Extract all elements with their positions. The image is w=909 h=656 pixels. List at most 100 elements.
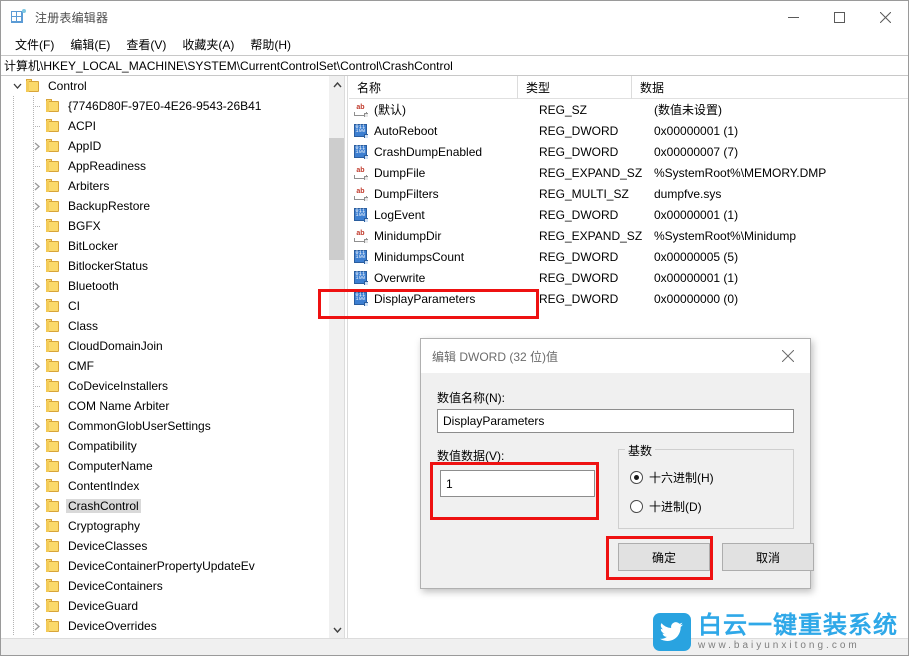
tree-item[interactable]: COM Name Arbiter bbox=[1, 396, 329, 416]
tree-guide-line bbox=[13, 216, 14, 236]
value-data-input[interactable]: 1 bbox=[440, 470, 595, 497]
column-header-type[interactable]: 类型 bbox=[518, 76, 632, 99]
chevron-right-icon[interactable] bbox=[29, 236, 45, 256]
menu-edit[interactable]: 编辑(E) bbox=[62, 34, 118, 55]
chevron-right-icon[interactable] bbox=[29, 496, 45, 516]
table-row[interactable]: 011100LogEventREG_DWORD0x00000001 (1) bbox=[349, 204, 908, 225]
chevron-right-icon[interactable] bbox=[29, 616, 45, 636]
tree-guide-line bbox=[33, 236, 34, 256]
chevron-right-icon[interactable] bbox=[29, 176, 45, 196]
pane-splitter[interactable] bbox=[344, 76, 348, 655]
dialog-close-button[interactable] bbox=[766, 339, 810, 373]
tree-item[interactable]: BGFX bbox=[1, 216, 329, 236]
chevron-right-icon[interactable] bbox=[29, 316, 45, 336]
ok-button[interactable]: 确定 bbox=[618, 543, 710, 571]
tree-item[interactable]: AppReadiness bbox=[1, 156, 329, 176]
tree-leaf-marker bbox=[29, 116, 45, 136]
folder-icon bbox=[45, 439, 61, 453]
radio-decimal[interactable]: 十进制(D) bbox=[630, 498, 702, 515]
table-row[interactable]: 011100DisplayParametersREG_DWORD0x000000… bbox=[349, 288, 908, 309]
tree-item[interactable]: BitlockerStatus bbox=[1, 256, 329, 276]
chevron-right-icon[interactable] bbox=[29, 296, 45, 316]
menu-favorites[interactable]: 收藏夹(A) bbox=[174, 34, 242, 55]
tree-item[interactable]: AppID bbox=[1, 136, 329, 156]
tree-item[interactable]: Bluetooth bbox=[1, 276, 329, 296]
table-row[interactable]: abMinidumpDirREG_EXPAND_SZ%SystemRoot%\M… bbox=[349, 225, 908, 246]
table-row[interactable]: 011100AutoRebootREG_DWORD0x00000001 (1) bbox=[349, 120, 908, 141]
tree-item[interactable]: CoDeviceInstallers bbox=[1, 376, 329, 396]
tree-item[interactable]: BitLocker bbox=[1, 236, 329, 256]
tree-guide-line bbox=[13, 136, 14, 156]
chevron-right-icon[interactable] bbox=[29, 136, 45, 156]
tree-item-label: CoDeviceInstallers bbox=[66, 379, 170, 393]
maximize-button[interactable] bbox=[816, 1, 862, 33]
tree-item-label: DeviceClasses bbox=[66, 539, 149, 553]
table-row[interactable]: 011100CrashDumpEnabledREG_DWORD0x0000000… bbox=[349, 141, 908, 162]
tree-item[interactable]: Cryptography bbox=[1, 516, 329, 536]
menu-help[interactable]: 帮助(H) bbox=[242, 34, 299, 55]
menu-file[interactable]: 文件(F) bbox=[7, 34, 62, 55]
table-row[interactable]: 011100OverwriteREG_DWORD0x00000001 (1) bbox=[349, 267, 908, 288]
chevron-right-icon[interactable] bbox=[29, 576, 45, 596]
column-header-name[interactable]: 名称 bbox=[349, 76, 518, 99]
tree-item[interactable]: BackupRestore bbox=[1, 196, 329, 216]
tree-item[interactable]: CI bbox=[1, 296, 329, 316]
folder-icon bbox=[45, 319, 61, 333]
chevron-right-icon[interactable] bbox=[29, 276, 45, 296]
tree-item[interactable]: CommonGlobUserSettings bbox=[1, 416, 329, 436]
close-button[interactable] bbox=[862, 1, 908, 33]
chevron-right-icon[interactable] bbox=[29, 516, 45, 536]
chevron-right-icon[interactable] bbox=[29, 436, 45, 456]
tree-item[interactable]: Class bbox=[1, 316, 329, 336]
address-bar[interactable]: 计算机\HKEY_LOCAL_MACHINE\SYSTEM\CurrentCon… bbox=[1, 55, 908, 76]
tree-item[interactable]: Compatibility bbox=[1, 436, 329, 456]
chevron-right-icon[interactable] bbox=[29, 416, 45, 436]
tree-item[interactable]: DeviceClasses bbox=[1, 536, 329, 556]
folder-icon bbox=[45, 339, 61, 353]
tree-item[interactable]: Arbiters bbox=[1, 176, 329, 196]
tree-item[interactable]: DeviceGuard bbox=[1, 596, 329, 616]
tree-item[interactable]: CMF bbox=[1, 356, 329, 376]
tree-item-label: CI bbox=[66, 299, 82, 313]
table-row[interactable]: ab(默认)REG_SZ(数值未设置) bbox=[349, 99, 908, 120]
tree-item[interactable]: DeviceContainers bbox=[1, 576, 329, 596]
minimize-button[interactable] bbox=[770, 1, 816, 33]
table-row[interactable]: 011100MinidumpsCountREG_DWORD0x00000005 … bbox=[349, 246, 908, 267]
tree-leaf-marker bbox=[29, 336, 45, 356]
tree-guide-line bbox=[13, 336, 14, 356]
chevron-right-icon[interactable] bbox=[29, 596, 45, 616]
registry-tree[interactable]: Control{7746D80F-97E0-4E26-9543-26B41ACP… bbox=[1, 76, 329, 638]
value-name-input[interactable]: DisplayParameters bbox=[437, 409, 794, 433]
tree-item[interactable]: CloudDomainJoin bbox=[1, 336, 329, 356]
tree-guide-line bbox=[33, 436, 34, 456]
tree-item[interactable]: {7746D80F-97E0-4E26-9543-26B41 bbox=[1, 96, 329, 116]
chevron-down-icon[interactable] bbox=[9, 76, 25, 96]
tree-item[interactable]: Control bbox=[1, 76, 329, 96]
column-header-data[interactable]: 数据 bbox=[632, 76, 908, 99]
tree-item[interactable]: DeviceOverrides bbox=[1, 616, 329, 636]
table-row[interactable]: abDumpFiltersREG_MULTI_SZdumpfve.sys bbox=[349, 183, 908, 204]
tree-guide-line bbox=[33, 496, 34, 516]
tree-item[interactable]: DeviceContainerPropertyUpdateEv bbox=[1, 556, 329, 576]
chevron-right-icon[interactable] bbox=[29, 476, 45, 496]
chevron-right-icon[interactable] bbox=[29, 536, 45, 556]
tree-item[interactable]: ComputerName bbox=[1, 456, 329, 476]
dword-value-icon: 011100 bbox=[353, 249, 369, 265]
tree-item[interactable]: ACPI bbox=[1, 116, 329, 136]
cancel-button[interactable]: 取消 bbox=[722, 543, 814, 571]
radio-decimal-label: 十进制(D) bbox=[649, 498, 702, 515]
tree-item-label: COM Name Arbiter bbox=[66, 399, 171, 413]
chevron-right-icon[interactable] bbox=[29, 556, 45, 576]
tree-guide-line bbox=[13, 256, 14, 276]
tree-item[interactable]: CrashControl bbox=[1, 496, 329, 516]
chevron-right-icon[interactable] bbox=[29, 356, 45, 376]
chevron-right-icon[interactable] bbox=[29, 456, 45, 476]
menu-view[interactable]: 查看(V) bbox=[118, 34, 174, 55]
tree-item-label: BGFX bbox=[66, 219, 103, 233]
radio-hexadecimal[interactable]: 十六进制(H) bbox=[630, 469, 714, 486]
table-row[interactable]: abDumpFileREG_EXPAND_SZ%SystemRoot%\MEMO… bbox=[349, 162, 908, 183]
value-name-cell: DumpFilters bbox=[374, 187, 539, 201]
tree-guide-line bbox=[13, 156, 14, 176]
tree-item[interactable]: ContentIndex bbox=[1, 476, 329, 496]
chevron-right-icon[interactable] bbox=[29, 196, 45, 216]
